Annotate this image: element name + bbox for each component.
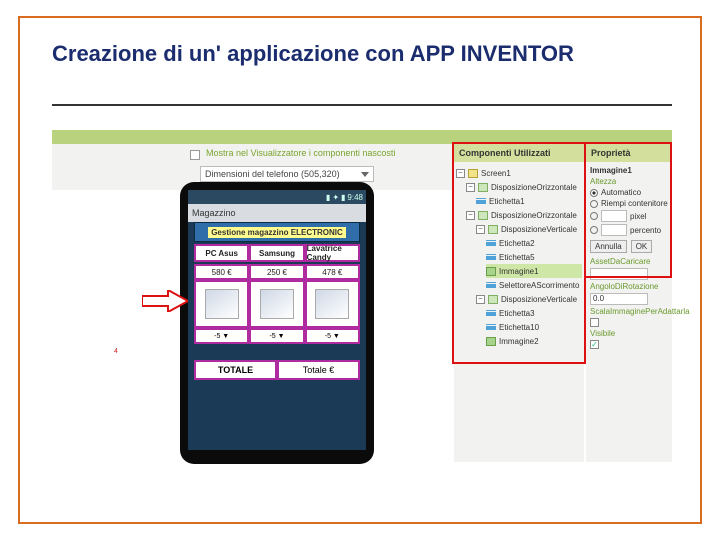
app-banner-text: Gestione magazzino ELECTRONIC <box>208 227 346 238</box>
qty-spinner[interactable]: -5 ▼ <box>194 328 249 344</box>
slide-title: Creazione di un' applicazione con APP IN… <box>52 40 672 68</box>
product-image-cell[interactable] <box>305 280 360 328</box>
clock-text: 9:48 <box>347 193 363 202</box>
rotation-input[interactable]: 0.0 <box>590 293 648 305</box>
total-value: Totale € <box>277 360 360 380</box>
phone-screen: ▮ ✦ ▮ 9:48 Magazzino Gestione magazzino … <box>188 190 366 450</box>
callout-arrow-icon <box>142 290 188 312</box>
visible-checkbox[interactable]: ✓ <box>590 340 599 349</box>
prop-scale-label: ScalaImmaginePerAdattarla <box>590 307 668 316</box>
product-image-cell[interactable] <box>249 280 304 328</box>
spinner-row: -5 ▼ -5 ▼ -5 ▼ <box>194 328 360 344</box>
show-hidden-label: Mostra nel Visualizzatore i componenti n… <box>206 148 395 158</box>
total-label: TOTALE <box>194 360 277 380</box>
show-hidden-checkbox[interactable] <box>190 150 200 160</box>
scale-checkbox[interactable] <box>590 318 599 327</box>
phone-dimensions-label: Dimensioni del telefono (505,320) <box>205 169 340 179</box>
wifi-icon: ✦ <box>332 193 339 202</box>
pc-image-icon <box>205 289 239 319</box>
title-underline <box>52 104 672 106</box>
phone-frame: ▮ ✦ ▮ 9:48 Magazzino Gestione magazzino … <box>180 182 374 464</box>
app-title-label: Magazzino <box>192 208 236 218</box>
status-bar: ▮ ✦ ▮ 9:48 <box>188 190 366 204</box>
footnote-marker: 4 <box>114 348 118 355</box>
image-row <box>194 280 360 328</box>
col-header: Lavatrice Candy <box>305 244 360 262</box>
qty-spinner[interactable]: -5 ▼ <box>305 328 360 344</box>
total-row: TOTALE Totale € <box>194 360 360 380</box>
col-header: PC Asus <box>194 244 249 262</box>
header-row: PC Asus Samsung Lavatrice Candy <box>194 244 360 262</box>
highlight-box-properties <box>584 142 672 278</box>
battery-icon: ▮ <box>341 193 345 202</box>
price-row: 580 € 250 € 478 € <box>194 264 360 280</box>
price-cell: 478 € <box>305 264 360 280</box>
phone-image-icon <box>260 289 294 319</box>
col-header: Samsung <box>249 244 304 262</box>
phone-dimensions-select[interactable]: Dimensioni del telefono (505,320) <box>200 166 374 182</box>
highlight-box-components <box>452 142 586 364</box>
prop-visible-label: Visibile <box>590 329 668 338</box>
signal-icon: ▮ <box>326 193 330 202</box>
product-image-cell[interactable] <box>194 280 249 328</box>
chevron-down-icon <box>361 172 369 177</box>
prop-rotation-label: AngoloDiRotazione <box>590 282 668 291</box>
price-cell: 250 € <box>249 264 304 280</box>
qty-spinner[interactable]: -5 ▼ <box>249 328 304 344</box>
app-banner: Gestione magazzino ELECTRONIC <box>194 222 360 242</box>
app-inventor-screenshot: Mostra nel Visualizzatore i componenti n… <box>52 130 672 462</box>
price-cell: 580 € <box>194 264 249 280</box>
washer-image-icon <box>315 289 349 319</box>
action-bar: Magazzino <box>188 204 366 222</box>
